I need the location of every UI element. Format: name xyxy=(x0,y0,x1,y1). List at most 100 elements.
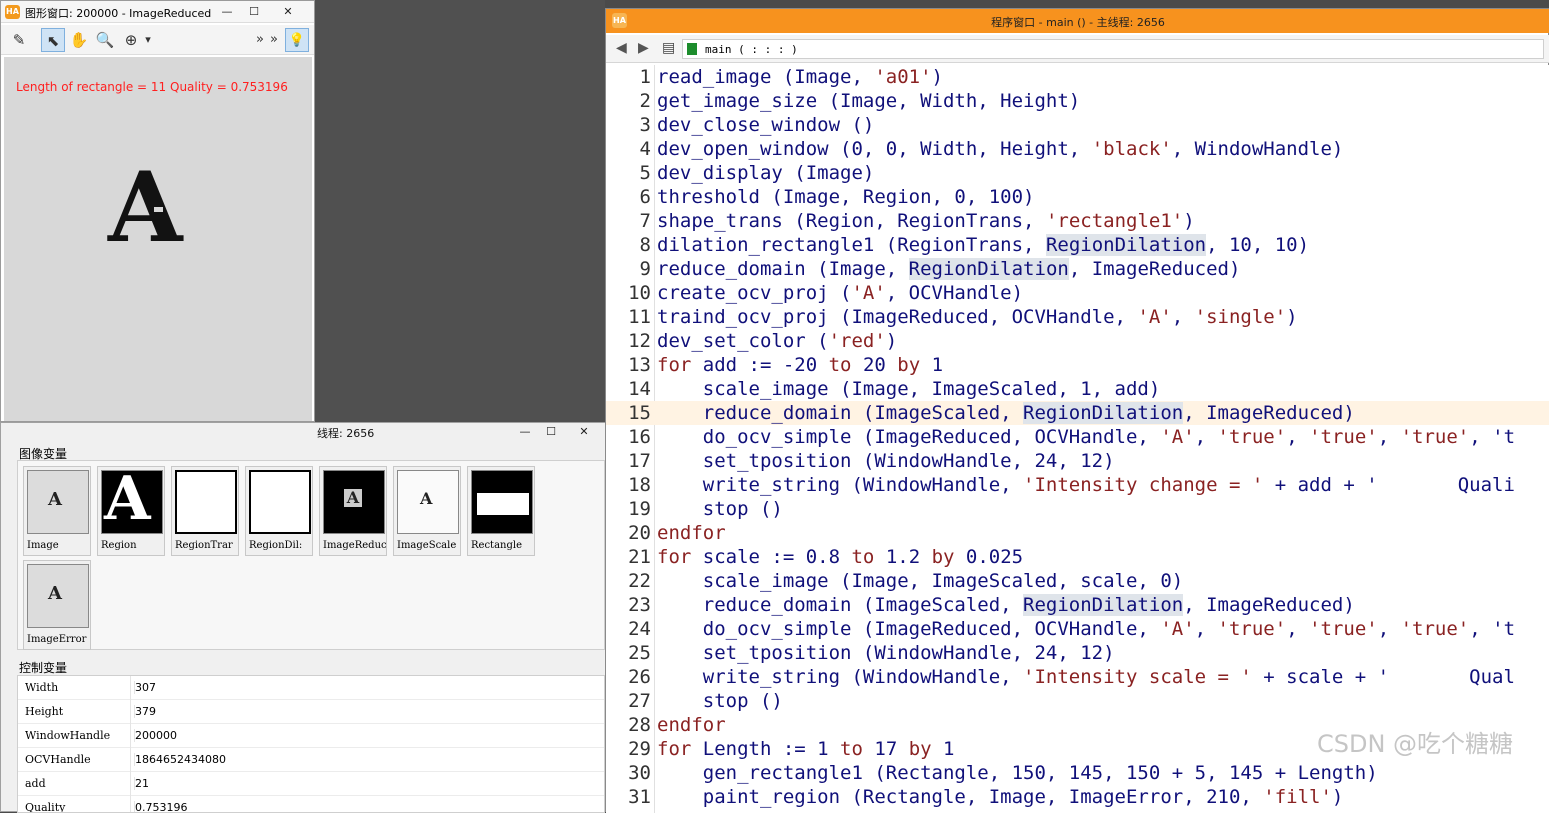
var-value: 21 xyxy=(134,777,149,790)
code-text: stop () xyxy=(657,690,783,712)
iconic-var-imagescaled[interactable]: A ImageScale xyxy=(393,466,461,556)
code-line[interactable]: 19 stop () xyxy=(606,497,1549,521)
line-number: 3 xyxy=(639,114,651,136)
code-line[interactable]: 27 stop () xyxy=(606,689,1549,713)
maximize-button[interactable]: ☐ xyxy=(540,423,562,441)
iconic-var-label: RegionDil: xyxy=(249,540,303,551)
line-number: 9 xyxy=(639,258,651,280)
code-text: threshold (Image, Region, 0, 100) xyxy=(657,186,1035,208)
graphics-window-titlebar[interactable]: HA 图形窗口: 200000 - ImageReduced — ☐ ✕ xyxy=(1,1,314,23)
code-text: endfor xyxy=(657,522,726,544)
thumbnail xyxy=(175,470,237,534)
line-number: 5 xyxy=(639,162,651,184)
table-row[interactable]: add 21 xyxy=(18,772,604,796)
code-line[interactable]: 21 for scale := 0.8 to 1.2 by 0.025 xyxy=(606,545,1549,569)
code-line[interactable]: 24 do_ocv_simple (ImageReduced, OCVHandl… xyxy=(606,617,1549,641)
overflow-icon-2[interactable]: » xyxy=(267,28,281,52)
edit-icon[interactable]: ✎ xyxy=(7,28,31,52)
pointer-icon[interactable]: ⬉ xyxy=(41,28,65,52)
code-line[interactable]: 12 dev_set_color ('red') xyxy=(606,329,1549,353)
magnifier-icon[interactable]: 🔍 xyxy=(93,28,117,52)
code-line[interactable]: 16 do_ocv_simple (ImageReduced, OCVHandl… xyxy=(606,425,1549,449)
iconic-var-regiontrans[interactable]: RegionTrar xyxy=(171,466,239,556)
code-line[interactable]: 7 shape_trans (Region, RegionTrans, 'rect… xyxy=(606,209,1549,233)
table-row[interactable]: Width 307 xyxy=(18,676,604,700)
iconic-var-region[interactable]: A Region xyxy=(97,466,165,556)
table-row[interactable]: WindowHandle 200000 xyxy=(18,724,604,748)
zoom-in-icon[interactable]: ⊕ xyxy=(119,28,143,52)
line-number: 29 xyxy=(628,738,651,760)
code-line[interactable]: 13 for add := -20 to 20 by 1 xyxy=(606,353,1549,377)
iconic-var-image[interactable]: A Image xyxy=(23,466,91,556)
code-line[interactable]: 31 paint_region (Rectangle, Image, Image… xyxy=(606,785,1549,809)
table-row[interactable]: Height 379 xyxy=(18,700,604,724)
line-number: 10 xyxy=(628,282,651,304)
control-variables-header: 控制变量 xyxy=(19,661,68,675)
thumbnail-glyph: A xyxy=(104,470,151,534)
code-line[interactable]: 10 create_ocv_proj ('A', OCVHandle) xyxy=(606,281,1549,305)
hand-icon[interactable]: ✋ xyxy=(67,28,91,52)
code-line[interactable]: 6 threshold (Image, Region, 0, 100) xyxy=(606,185,1549,209)
close-button[interactable]: ✕ xyxy=(277,3,299,21)
code-line[interactable]: 2 get_image_size (Image, Width, Height) xyxy=(606,89,1549,113)
variable-window-title: 线程: 2656 xyxy=(317,427,375,440)
var-value: 379 xyxy=(134,705,156,718)
code-text: dilation_rectangle1 (RegionTrans, Region… xyxy=(657,234,1310,256)
lightbulb-icon[interactable]: 💡 xyxy=(285,28,309,52)
code-line[interactable]: 11 traind_ocv_proj (ImageReduced, OCVHand… xyxy=(606,305,1549,329)
code-text: dev_close_window () xyxy=(657,114,875,136)
code-line[interactable]: 1 read_image (Image, 'a01') xyxy=(606,65,1549,89)
thumbnail: A xyxy=(27,470,89,534)
back-arrow-icon[interactable]: ◀ xyxy=(616,40,627,56)
code-text: dev_open_window (0, 0, Width, Height, 'b… xyxy=(657,138,1344,160)
code-text: set_tposition (WindowHandle, 24, 12) xyxy=(657,642,1115,664)
code-text: shape_trans (Region, RegionTrans, 'recta… xyxy=(657,210,1195,232)
table-row[interactable]: OCVHandle 1864652434080 xyxy=(18,748,604,772)
code-line[interactable]: 23 reduce_domain (ImageScaled, RegionDil… xyxy=(606,593,1549,617)
code-line[interactable]: 14 scale_image (Image, ImageScaled, 1, a… xyxy=(606,377,1549,401)
halcon-app-icon: HA xyxy=(5,5,20,19)
forward-arrow-icon[interactable]: ▶ xyxy=(638,40,649,56)
code-line[interactable]: 22 scale_image (Image, ImageScaled, scal… xyxy=(606,569,1549,593)
iconic-var-label: Rectangle xyxy=(471,540,522,551)
code-line[interactable]: 4 dev_open_window (0, 0, Width, Height, '… xyxy=(606,137,1549,161)
minimize-button[interactable]: — xyxy=(514,423,536,441)
procedure-selector[interactable]: main ( : : : ) xyxy=(682,39,1544,59)
code-text: scale_image (Image, ImageScaled, scale, … xyxy=(657,570,1184,592)
var-name: Height xyxy=(25,705,64,718)
procedure-icon[interactable]: ▤ xyxy=(662,40,675,56)
code-text: reduce_domain (ImageScaled, RegionDilati… xyxy=(657,594,1355,616)
code-line[interactable]: 15 reduce_domain (ImageScaled, RegionDil… xyxy=(606,401,1549,425)
maximize-button[interactable]: ☐ xyxy=(243,3,265,21)
line-number: 15 xyxy=(628,402,651,424)
graphics-canvas[interactable]: Length of rectangle = 11 Quality = 0.753… xyxy=(4,57,312,421)
iconic-var-imagereduced[interactable]: A ImageReduc xyxy=(319,466,387,556)
line-number: 18 xyxy=(628,474,651,496)
table-row[interactable]: Quality 0.753196 xyxy=(18,796,604,812)
code-line[interactable]: 5 dev_display (Image) xyxy=(606,161,1549,185)
code-line[interactable]: 25 set_tposition (WindowHandle, 24, 12) xyxy=(606,641,1549,665)
overflow-icon[interactable]: » xyxy=(253,28,267,52)
code-line[interactable]: 18 write_string (WindowHandle, 'Intensit… xyxy=(606,473,1549,497)
close-button[interactable]: ✕ xyxy=(573,423,595,441)
var-name: Width xyxy=(25,681,59,694)
iconic-var-label: RegionTrar xyxy=(175,540,233,551)
iconic-var-regiondilation[interactable]: RegionDil: xyxy=(245,466,313,556)
minimize-button[interactable]: — xyxy=(216,3,238,21)
code-line[interactable]: 26 write_string (WindowHandle, 'Intensit… xyxy=(606,665,1549,689)
code-line[interactable]: 20 endfor xyxy=(606,521,1549,545)
code-line[interactable]: 17 set_tposition (WindowHandle, 24, 12) xyxy=(606,449,1549,473)
program-window-titlebar[interactable]: 程序窗口 - main () - 主线程: 2656 HA xyxy=(606,9,1549,33)
code-line[interactable]: 30 gen_rectangle1 (Rectangle, 150, 145, … xyxy=(606,761,1549,785)
code-line[interactable]: 9 reduce_domain (Image, RegionDilation, I… xyxy=(606,257,1549,281)
code-line[interactable]: 3 dev_close_window () xyxy=(606,113,1549,137)
thumbnail: A xyxy=(323,470,385,534)
var-name: OCVHandle xyxy=(25,753,91,766)
desktop-background xyxy=(315,0,605,422)
code-line[interactable]: 8 dilation_rectangle1 (RegionTrans, Regio… xyxy=(606,233,1549,257)
dropdown-arrow-icon[interactable]: ▾ xyxy=(141,28,155,52)
iconic-var-rectangle[interactable]: Rectangle xyxy=(467,466,535,556)
iconic-var-imageerror[interactable]: A ImageError xyxy=(23,560,91,650)
column-divider xyxy=(130,772,131,796)
code-editor[interactable]: 1 read_image (Image, 'a01') 2 get_image_siz… xyxy=(606,65,1549,813)
